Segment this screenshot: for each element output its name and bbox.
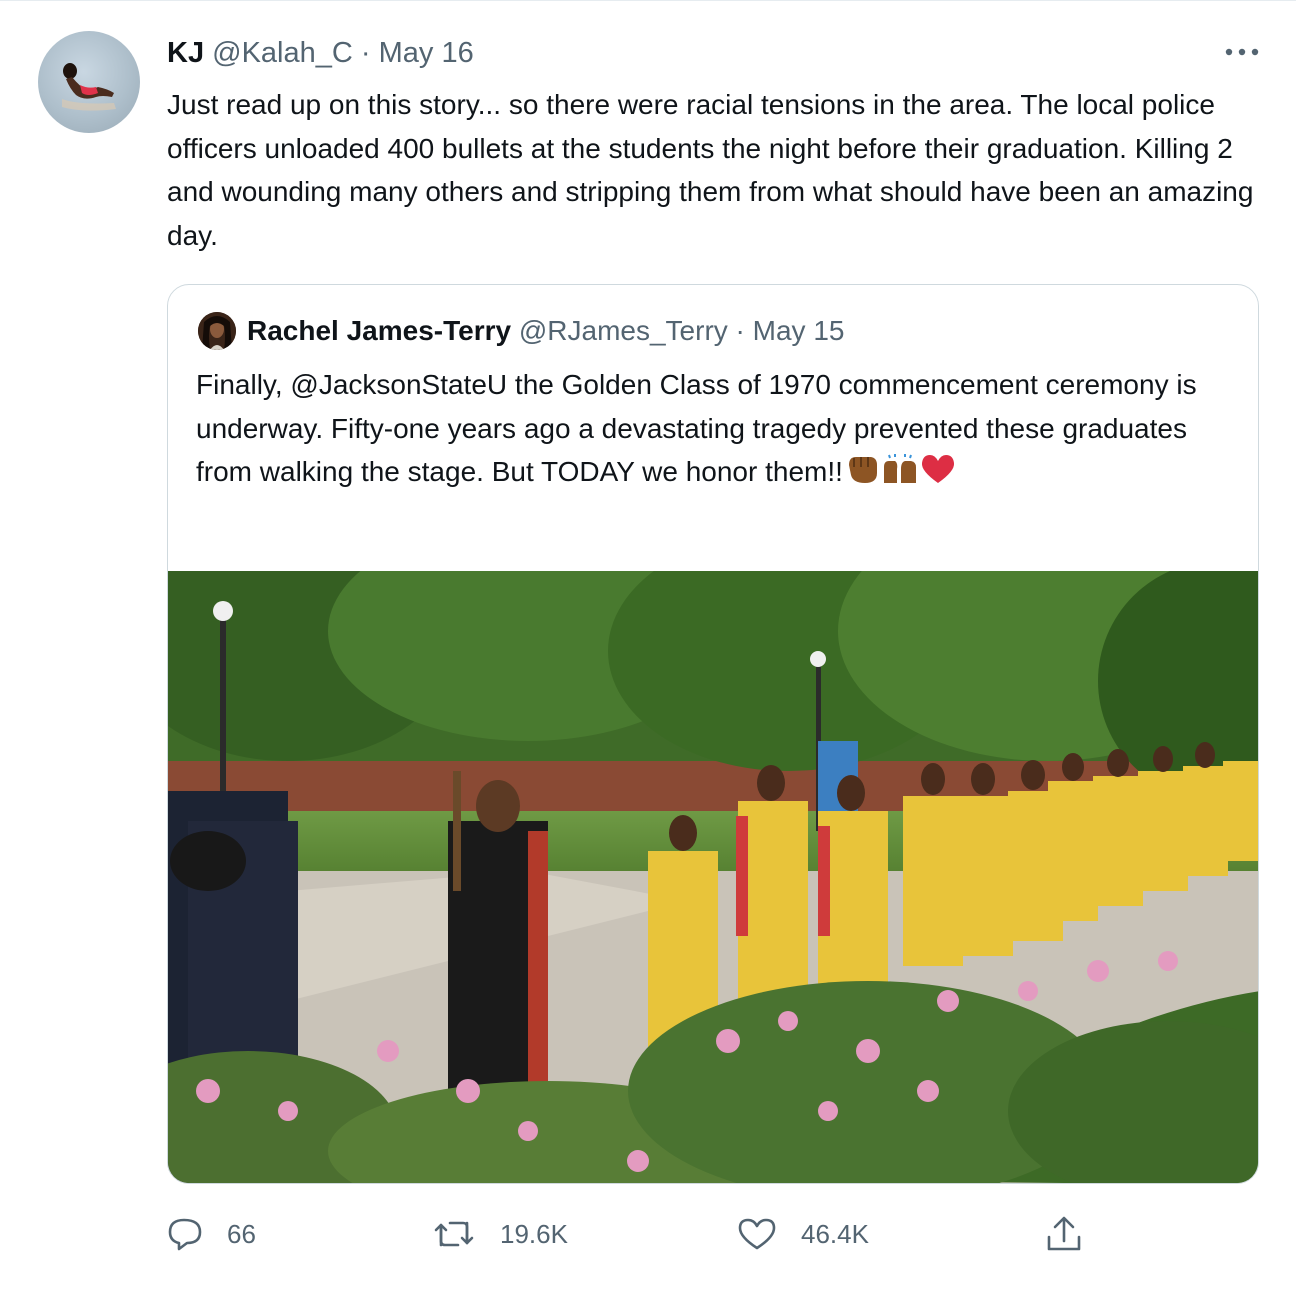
retweet-count: 19.6K	[500, 1218, 568, 1249]
quoted-tweet[interactable]: Rachel James-Terry @RJames_Terry · May 1…	[167, 284, 1259, 1184]
share-button[interactable]	[1044, 1206, 1084, 1262]
tweet-date[interactable]: May 16	[379, 37, 474, 69]
more-icon	[1225, 48, 1259, 56]
like-icon	[738, 1218, 776, 1250]
avatar-photo	[62, 63, 116, 111]
quoted-separator-dot: ·	[735, 315, 745, 346]
graduation-photo[interactable]	[168, 571, 1259, 1184]
reply-count: 66	[227, 1218, 256, 1249]
share-icon	[1047, 1216, 1081, 1251]
like-button[interactable]: 46.4K	[737, 1206, 869, 1262]
action-bar: 66 19.6K 46.4K	[0, 1206, 1296, 1266]
reply-icon	[168, 1218, 202, 1251]
red-heart-emoji	[921, 455, 954, 483]
more-options-button[interactable]	[1220, 37, 1264, 67]
quoted-tweet-text-block: Finally, @JacksonStateU the Golden Class…	[196, 363, 1246, 494]
quoted-tweet-date[interactable]: May 15	[753, 315, 845, 346]
author-line: KJ @Kalah_C · May 16	[167, 33, 474, 73]
quoted-author-handle[interactable]: @RJames_Terry	[519, 315, 728, 346]
quoted-avatar-photo	[198, 312, 236, 350]
reply-button[interactable]: 66	[167, 1206, 256, 1262]
raised-fist-emoji	[848, 457, 877, 483]
author-name[interactable]: KJ	[167, 37, 204, 69]
raising-hands-emoji	[883, 454, 916, 483]
author-handle[interactable]: @Kalah_C	[212, 37, 353, 69]
tweet-text: Just read up on this story... so there w…	[167, 89, 1254, 251]
author-avatar[interactable]	[38, 31, 140, 133]
retweet-button[interactable]: 19.6K	[432, 1206, 568, 1262]
quoted-author-avatar[interactable]	[198, 312, 236, 350]
retweet-icon	[434, 1221, 474, 1247]
tweet-card[interactable]: KJ @Kalah_C · May 16 Just read up on thi…	[0, 0, 1296, 1315]
quoted-author-line: Rachel James-Terry @RJames_Terry · May 1…	[247, 311, 844, 351]
separator-dot: ·	[360, 37, 371, 69]
like-count: 46.4K	[801, 1218, 869, 1249]
quoted-author-name[interactable]: Rachel James-Terry	[247, 315, 511, 346]
quoted-tweet-text: Finally, @JacksonStateU the Golden Class…	[196, 369, 1197, 487]
